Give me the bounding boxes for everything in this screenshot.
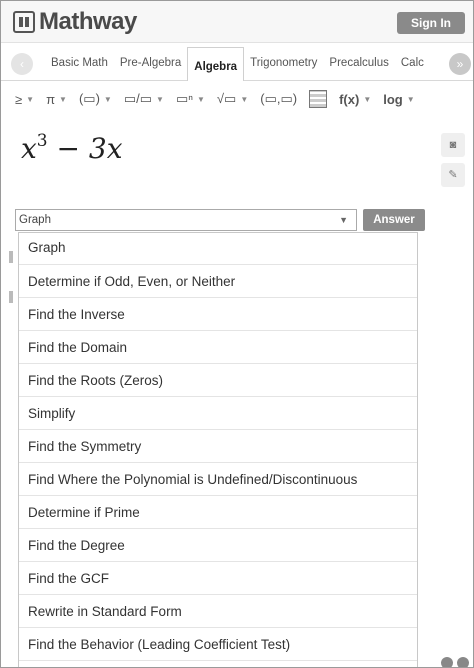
dropdown-option-undefined[interactable]: Find Where the Polynomial is Undefined/D… bbox=[19, 463, 417, 496]
bottom-icon-group bbox=[441, 657, 469, 667]
tab-precalculus[interactable]: Precalculus bbox=[323, 47, 394, 81]
chevron-down-icon: ▼ bbox=[406, 94, 415, 104]
action-select[interactable]: Graph ▼ bbox=[15, 209, 357, 231]
dropdown-option-behavior[interactable]: Find the Behavior (Leading Coefficient T… bbox=[19, 628, 417, 661]
chevron-down-icon: ▼ bbox=[196, 94, 205, 104]
chevron-down-icon: ▼ bbox=[59, 94, 67, 104]
fraction-tool[interactable]: ▭/▭ ▼ bbox=[124, 91, 164, 107]
tabs-scroll-right-icon[interactable]: » bbox=[449, 53, 471, 75]
help-icon[interactable] bbox=[457, 657, 469, 667]
matrix-icon bbox=[309, 90, 328, 108]
chevron-down-icon: ▼ bbox=[339, 215, 348, 225]
dropdown-option-roots[interactable]: Find the Roots (Zeros) bbox=[19, 364, 417, 397]
dropdown-option-graph[interactable]: Graph bbox=[19, 233, 417, 265]
chevron-down-icon: ▼ bbox=[363, 94, 372, 104]
background-fragment bbox=[9, 291, 13, 303]
chevron-down-icon: ▼ bbox=[26, 94, 35, 104]
chevron-down-icon: ▼ bbox=[240, 94, 249, 104]
background-fragment bbox=[9, 251, 13, 263]
dropdown-option-standard-form[interactable]: Rewrite in Standard Form bbox=[19, 595, 417, 628]
dropdown-option-simplify[interactable]: Simplify bbox=[19, 397, 417, 430]
exponent-tool[interactable]: ▭ⁿ ▼ bbox=[176, 91, 205, 107]
function-label: f(x) bbox=[339, 91, 360, 107]
camera-icon[interactable]: ◙ bbox=[441, 133, 465, 157]
tabs-scroll-left-icon[interactable]: ‹ bbox=[11, 53, 33, 75]
dropdown-option-odd-even[interactable]: Determine if Odd, Even, or Neither bbox=[19, 265, 417, 298]
tab-list: Basic Math Pre-Algebra Algebra Trigonome… bbox=[45, 47, 445, 81]
answer-button[interactable]: Answer bbox=[363, 209, 425, 231]
logo-text: Mathway bbox=[39, 8, 137, 35]
dropdown-option-inverse[interactable]: Find the Inverse bbox=[19, 298, 417, 331]
log-label: log bbox=[383, 91, 403, 107]
point-icon: (▭,▭) bbox=[260, 91, 298, 106]
math-expression[interactable]: x3 − 3x bbox=[21, 131, 123, 165]
mathway-logo[interactable]: Mathway bbox=[13, 8, 137, 36]
pi-icon: π bbox=[46, 91, 56, 107]
expression-rest: − 3x bbox=[47, 132, 123, 165]
greater-equal-icon: ≥ bbox=[15, 91, 23, 107]
expression-exponent: 3 bbox=[36, 131, 48, 151]
expression-base: x bbox=[21, 132, 37, 165]
action-dropdown-list: Graph Determine if Odd, Even, or Neither… bbox=[18, 232, 418, 667]
point-tool[interactable]: (▭,▭) bbox=[260, 91, 297, 107]
top-header: Mathway Sign In bbox=[1, 1, 473, 43]
root-tool[interactable]: √▭ ▼ bbox=[217, 91, 248, 107]
chevron-down-icon: ▼ bbox=[156, 94, 164, 104]
tab-algebra[interactable]: Algebra bbox=[187, 47, 245, 81]
matrix-tool[interactable] bbox=[309, 90, 328, 108]
pencil-icon[interactable]: ✎ bbox=[441, 163, 465, 187]
math-toolbar: ≥ ▼ π ▼ (▭) ▼ ▭/▭ ▼ ▭ⁿ ▼ √▭ ▼ (▭,▭) f(x) ▼ log ▼ bbox=[1, 85, 473, 113]
logo-icon bbox=[13, 11, 35, 33]
action-select-value: Graph bbox=[19, 214, 51, 226]
dropdown-option-degree[interactable]: Find the Degree bbox=[19, 529, 417, 562]
square-root-icon: √▭ bbox=[216, 91, 237, 106]
log-tool[interactable]: log ▼ bbox=[383, 92, 414, 107]
parentheses-icon: (▭) bbox=[78, 91, 100, 106]
exponent-icon: ▭ⁿ bbox=[175, 91, 193, 106]
dropdown-option-gcf[interactable]: Find the GCF bbox=[19, 562, 417, 595]
subject-tabs: ‹ Basic Math Pre-Algebra Algebra Trigono… bbox=[1, 47, 473, 81]
chevron-down-icon: ▼ bbox=[103, 94, 112, 104]
inequality-tool[interactable]: ≥ ▼ bbox=[15, 92, 34, 107]
parentheses-tool[interactable]: (▭) ▼ bbox=[79, 91, 112, 107]
dropdown-option-domain[interactable]: Find the Domain bbox=[19, 331, 417, 364]
app-window: Mathway Sign In ‹ Basic Math Pre-Algebra… bbox=[0, 0, 474, 668]
sign-in-button[interactable]: Sign In bbox=[397, 12, 465, 34]
dropdown-option-prime[interactable]: Determine if Prime bbox=[19, 496, 417, 529]
tab-pre-algebra[interactable]: Pre-Algebra bbox=[114, 47, 187, 81]
tab-basic-math[interactable]: Basic Math bbox=[45, 47, 114, 81]
fraction-icon: ▭/▭ bbox=[123, 91, 153, 106]
dropdown-option-symmetry[interactable]: Find the Symmetry bbox=[19, 430, 417, 463]
expression-area[interactable]: x3 − 3x ◙ ✎ bbox=[1, 117, 473, 201]
pi-tool[interactable]: π ▼ bbox=[46, 92, 67, 107]
settings-icon[interactable] bbox=[441, 657, 453, 667]
function-tool[interactable]: f(x) ▼ bbox=[339, 92, 371, 107]
tab-trigonometry[interactable]: Trigonometry bbox=[244, 47, 323, 81]
tab-calculus[interactable]: Calc bbox=[395, 47, 430, 81]
